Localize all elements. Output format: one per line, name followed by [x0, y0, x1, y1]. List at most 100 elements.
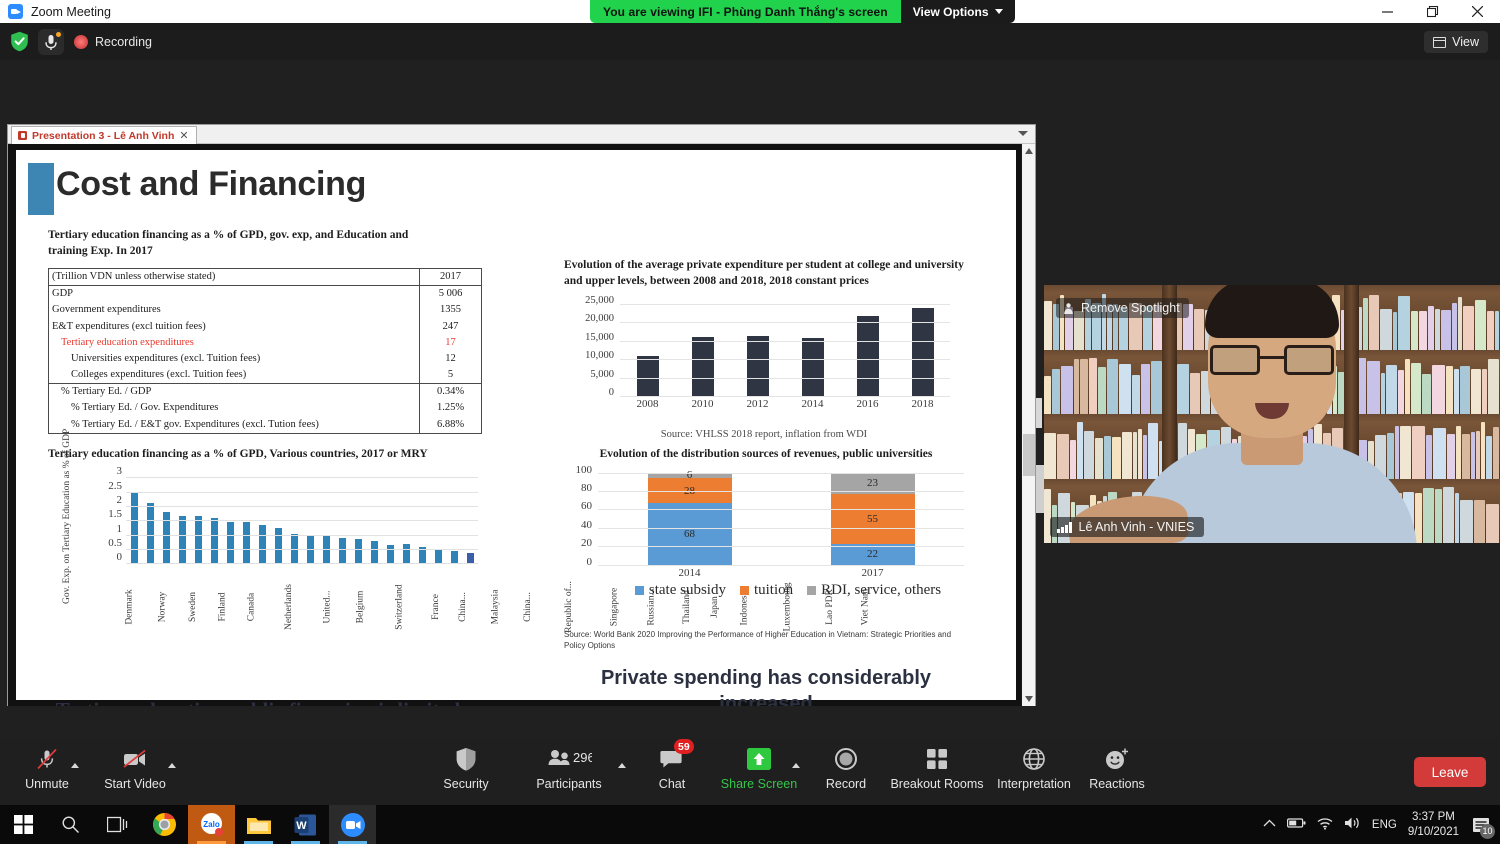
unmute-button[interactable]: Unmute — [4, 745, 90, 801]
tab-strip-chevron-down-icon[interactable] — [1018, 131, 1028, 136]
gridline — [620, 359, 950, 361]
chevron-down-icon — [994, 9, 1003, 14]
zalo-icon[interactable]: Zalo — [188, 805, 235, 844]
book — [1132, 375, 1141, 414]
gridline — [598, 490, 964, 492]
wifi-icon[interactable] — [1317, 817, 1333, 833]
slide-vertical-scrollbar[interactable] — [1021, 144, 1035, 706]
table-row: Government expenditures 1355 — [48, 302, 482, 319]
participants-icon: 296 — [546, 745, 592, 773]
bar — [354, 539, 362, 564]
start-video-button[interactable]: Start Video — [92, 745, 178, 801]
bar — [274, 528, 282, 564]
countries-chart-y-axis-label: Gov. Exp. on Tertiary Education as % of … — [50, 429, 72, 606]
microphone-status-icon[interactable] — [38, 29, 64, 55]
book — [1426, 435, 1432, 479]
scroll-down-icon[interactable] — [1022, 692, 1035, 706]
presentation-tab[interactable]: Presentation 3 - Lê Anh Vinh ✕ — [11, 126, 197, 144]
book — [1141, 363, 1151, 414]
left-lens — [1210, 345, 1260, 375]
countries-bar-chart: Gov. Exp. on Tertiary Education as % of … — [48, 429, 871, 633]
row-value: 0.34% — [419, 383, 482, 401]
notification-count: 10 — [1480, 823, 1495, 839]
interpretation-button[interactable]: Interpretation — [982, 745, 1086, 801]
bar — [226, 521, 234, 564]
leave-meeting-button[interactable]: Leave — [1414, 757, 1486, 787]
close-button[interactable] — [1455, 0, 1500, 23]
adjacent-video-sliver[interactable] — [1036, 465, 1044, 513]
y-tick: 0 — [586, 555, 593, 568]
close-tab-icon[interactable]: ✕ — [179, 129, 188, 142]
row-label: % Tertiary Ed. / E&T gov. Expenditures (… — [48, 416, 420, 434]
left-caption: Tertiary education public financing is l… — [48, 697, 468, 706]
search-icon[interactable] — [47, 805, 94, 844]
bar — [386, 544, 394, 564]
language-indicator[interactable]: ENG — [1372, 819, 1397, 831]
encryption-shield-icon[interactable] — [10, 31, 29, 52]
spotlighted-video-tile[interactable]: Remove Spotlight Lê Anh Vinh - VNIES — [1044, 285, 1500, 543]
clock[interactable]: 3:37 PM 9/10/2021 — [1408, 810, 1459, 839]
chat-button[interactable]: 59 Chat — [629, 739, 715, 801]
breakout-rooms-icon — [925, 745, 949, 773]
task-view-icon[interactable] — [94, 805, 141, 844]
row-value: 247 — [419, 318, 482, 335]
security-button[interactable]: Security — [423, 745, 509, 801]
reactions-icon — [1104, 745, 1130, 773]
volume-icon[interactable] — [1344, 816, 1361, 833]
worldbank-source-note: Source: World Bank 2020 Improving the Pe… — [564, 629, 952, 650]
restore-button[interactable] — [1410, 0, 1455, 23]
participants-chevron-up-icon[interactable] — [615, 758, 629, 772]
scrollbar-thumb[interactable] — [1023, 434, 1035, 476]
book — [1151, 361, 1162, 414]
view-options-button[interactable]: View Options — [900, 0, 1015, 23]
start-icon[interactable] — [0, 805, 47, 844]
x-tick-label: Belgium — [355, 590, 366, 624]
remove-spotlight-label: Remove Spotlight — [1081, 301, 1180, 315]
vhlss-source-note: Source: VHLSS 2018 report, inflation fro… — [660, 429, 868, 441]
bar — [338, 537, 346, 564]
zoom-logo-icon — [8, 4, 23, 19]
book — [1460, 500, 1474, 543]
zoom-icon[interactable] — [329, 805, 376, 844]
minimize-button[interactable] — [1365, 0, 1410, 23]
file-explorer-icon[interactable] — [235, 805, 282, 844]
book — [1474, 500, 1486, 543]
meeting-header-bar: Recording View — [0, 23, 1500, 60]
record-label: Record — [825, 777, 867, 791]
book — [1367, 361, 1381, 414]
chat-unread-badge: 59 — [674, 739, 694, 754]
participants-button[interactable]: 296 Participants — [526, 745, 612, 801]
y-tick: 40 — [581, 518, 592, 531]
word-icon[interactable]: W — [282, 805, 329, 844]
share-screen-button[interactable]: Share Screen — [716, 745, 802, 801]
share-options-chevron-up-icon[interactable] — [789, 758, 803, 772]
y-tick: 0 — [608, 387, 614, 399]
book — [1412, 425, 1426, 479]
book — [1137, 429, 1142, 479]
audio-options-chevron-up-icon[interactable] — [68, 758, 82, 772]
adjacent-video-sliver-top[interactable] — [1036, 398, 1042, 428]
book — [1459, 366, 1471, 414]
book — [1098, 366, 1106, 414]
row-value: 6.88% — [419, 416, 482, 434]
notification-center-icon[interactable]: 10 — [1470, 814, 1495, 839]
bar — [194, 515, 202, 564]
powerpoint-icon — [18, 131, 27, 140]
video-options-chevron-up-icon[interactable] — [165, 758, 179, 772]
view-layout-button[interactable]: View — [1424, 31, 1488, 53]
book — [1104, 436, 1112, 479]
tray-expand-chevron-up-icon[interactable] — [1263, 819, 1276, 831]
legend-item: tuition — [739, 582, 793, 599]
breakout-rooms-button[interactable]: Breakout Rooms — [879, 745, 995, 801]
stack: 6 28 68 — [647, 469, 732, 565]
y-tick: 0 — [116, 551, 123, 564]
record-button[interactable]: Record — [803, 745, 889, 801]
scroll-up-icon[interactable] — [1022, 144, 1035, 158]
remove-spotlight-button[interactable]: Remove Spotlight — [1056, 298, 1189, 318]
clock-time: 3:37 PM — [1412, 811, 1455, 824]
table-row: % Tertiary Ed. / E&T gov. Expenditures (… — [48, 416, 482, 434]
reactions-button[interactable]: Reactions — [1074, 745, 1160, 801]
battery-icon[interactable] — [1286, 817, 1306, 832]
bar — [466, 553, 474, 564]
chrome-icon[interactable] — [141, 805, 188, 844]
